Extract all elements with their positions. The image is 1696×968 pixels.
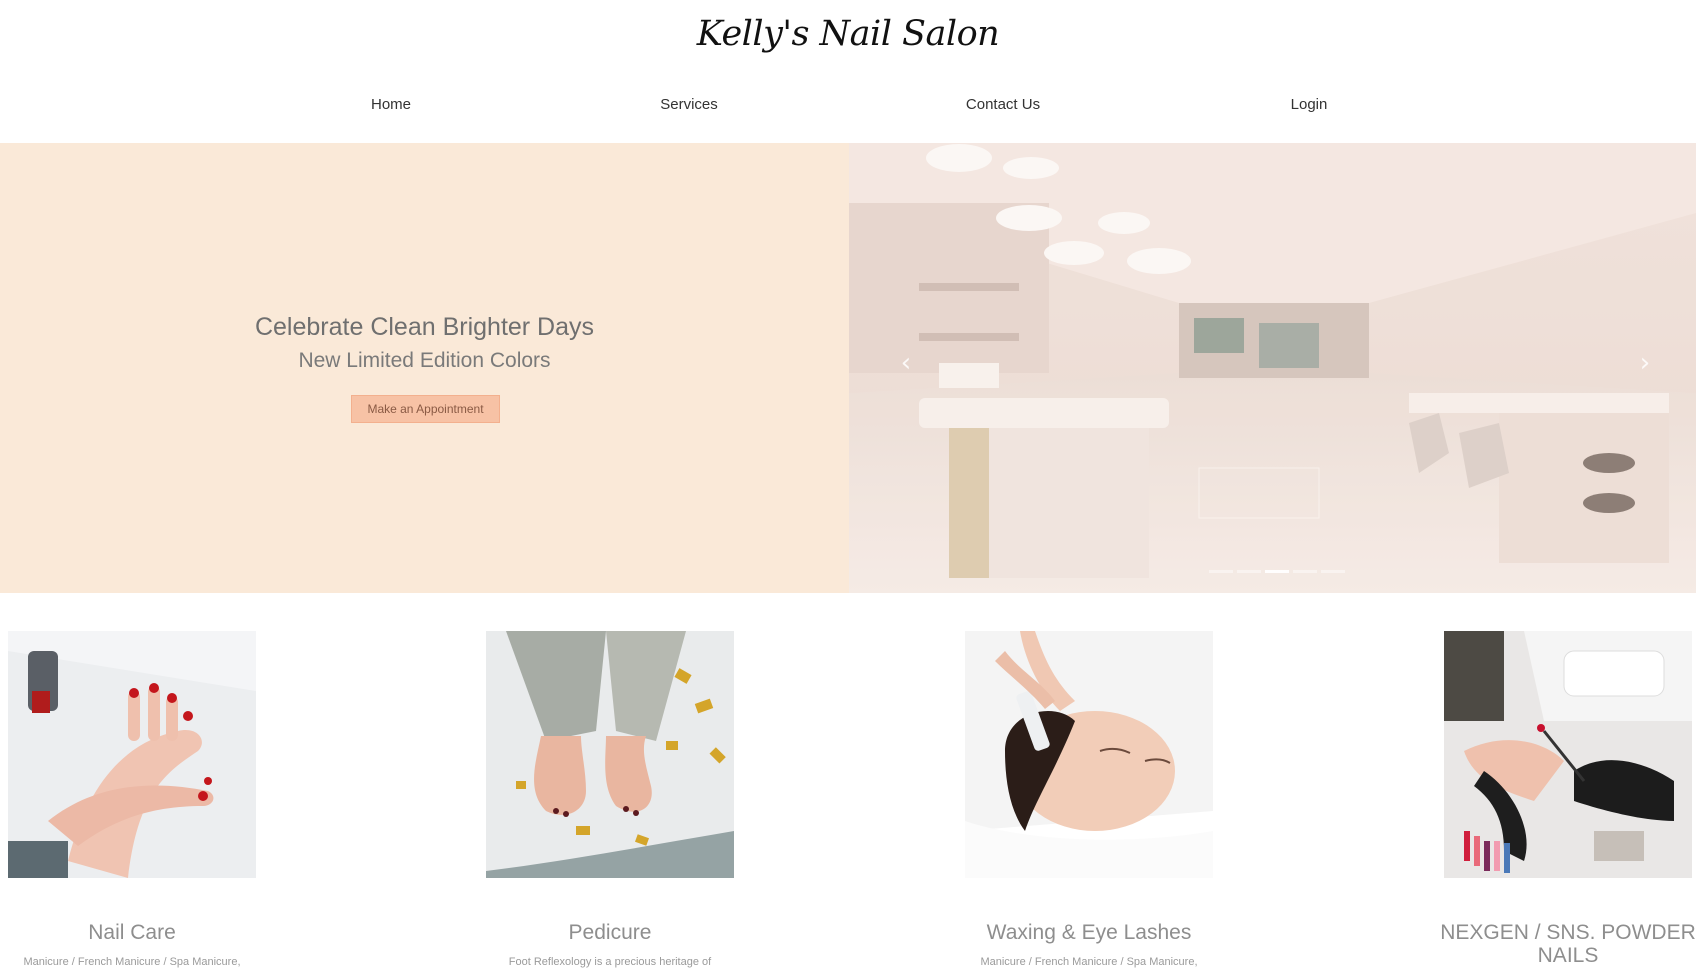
chevron-right-icon: › (1639, 348, 1651, 378)
nav-item-contact-us[interactable]: Contact Us (923, 96, 1083, 113)
service-image[interactable] (965, 631, 1213, 878)
hands-with-red-nails-photo (8, 631, 256, 878)
service-description: Manicure / French Manicure / Spa Manicur… (23, 956, 241, 968)
services-section: Nail Care Manicure / French Manicure / S… (0, 593, 1696, 968)
service-description: Manicure / French Manicure / Spa Manicur… (980, 956, 1198, 968)
service-image[interactable] (8, 631, 256, 878)
hero-slide-image: ‹ › (849, 143, 1696, 593)
hero-text-panel: Celebrate Clean Brighter Days New Limite… (0, 143, 849, 593)
carousel-indicator-active[interactable] (1265, 570, 1289, 573)
nav-item-home[interactable]: Home (311, 96, 471, 113)
hero-carousel: Celebrate Clean Brighter Days New Limite… (0, 143, 1696, 593)
service-image[interactable] (1444, 631, 1692, 878)
hero-title: Celebrate Clean Brighter Days (254, 313, 595, 341)
carousel-indicator[interactable] (1321, 570, 1345, 573)
facial-waxing-photo (965, 631, 1213, 878)
service-title: Pedicure (568, 921, 652, 944)
service-title: Nail Care (88, 921, 176, 944)
bare-feet-with-confetti-photo (486, 631, 734, 878)
service-image[interactable] (486, 631, 734, 878)
make-appointment-button[interactable]: Make an Appointment (351, 395, 500, 423)
chevron-left-icon: ‹ (900, 348, 912, 378)
service-title: NEXGEN / SNS. POWDER NAILS (1440, 921, 1696, 967)
carousel-indicator[interactable] (1237, 570, 1261, 573)
main-nav: Home Services Contact Us Login (0, 96, 1696, 120)
gloved-technician-painting-nails-photo (1444, 631, 1692, 878)
carousel-indicator[interactable] (1293, 570, 1317, 573)
service-title: Waxing & Eye Lashes (986, 921, 1192, 944)
nav-item-services[interactable]: Services (609, 96, 769, 113)
service-description: Foot Reflexology is a precious heritage … (508, 956, 712, 968)
salon-interior-photo (849, 143, 1696, 593)
hero-subtitle: New Limited Edition Colors (298, 349, 551, 372)
nav-item-login[interactable]: Login (1229, 96, 1389, 113)
carousel-next-button[interactable]: › (1630, 343, 1660, 383)
site-header: Kelly's Nail Salon Home Services Contact… (0, 0, 1696, 143)
site-logo[interactable]: Kelly's Nail Salon (0, 14, 1696, 54)
carousel-prev-button[interactable]: ‹ (891, 343, 921, 383)
carousel-indicator[interactable] (1209, 570, 1233, 573)
